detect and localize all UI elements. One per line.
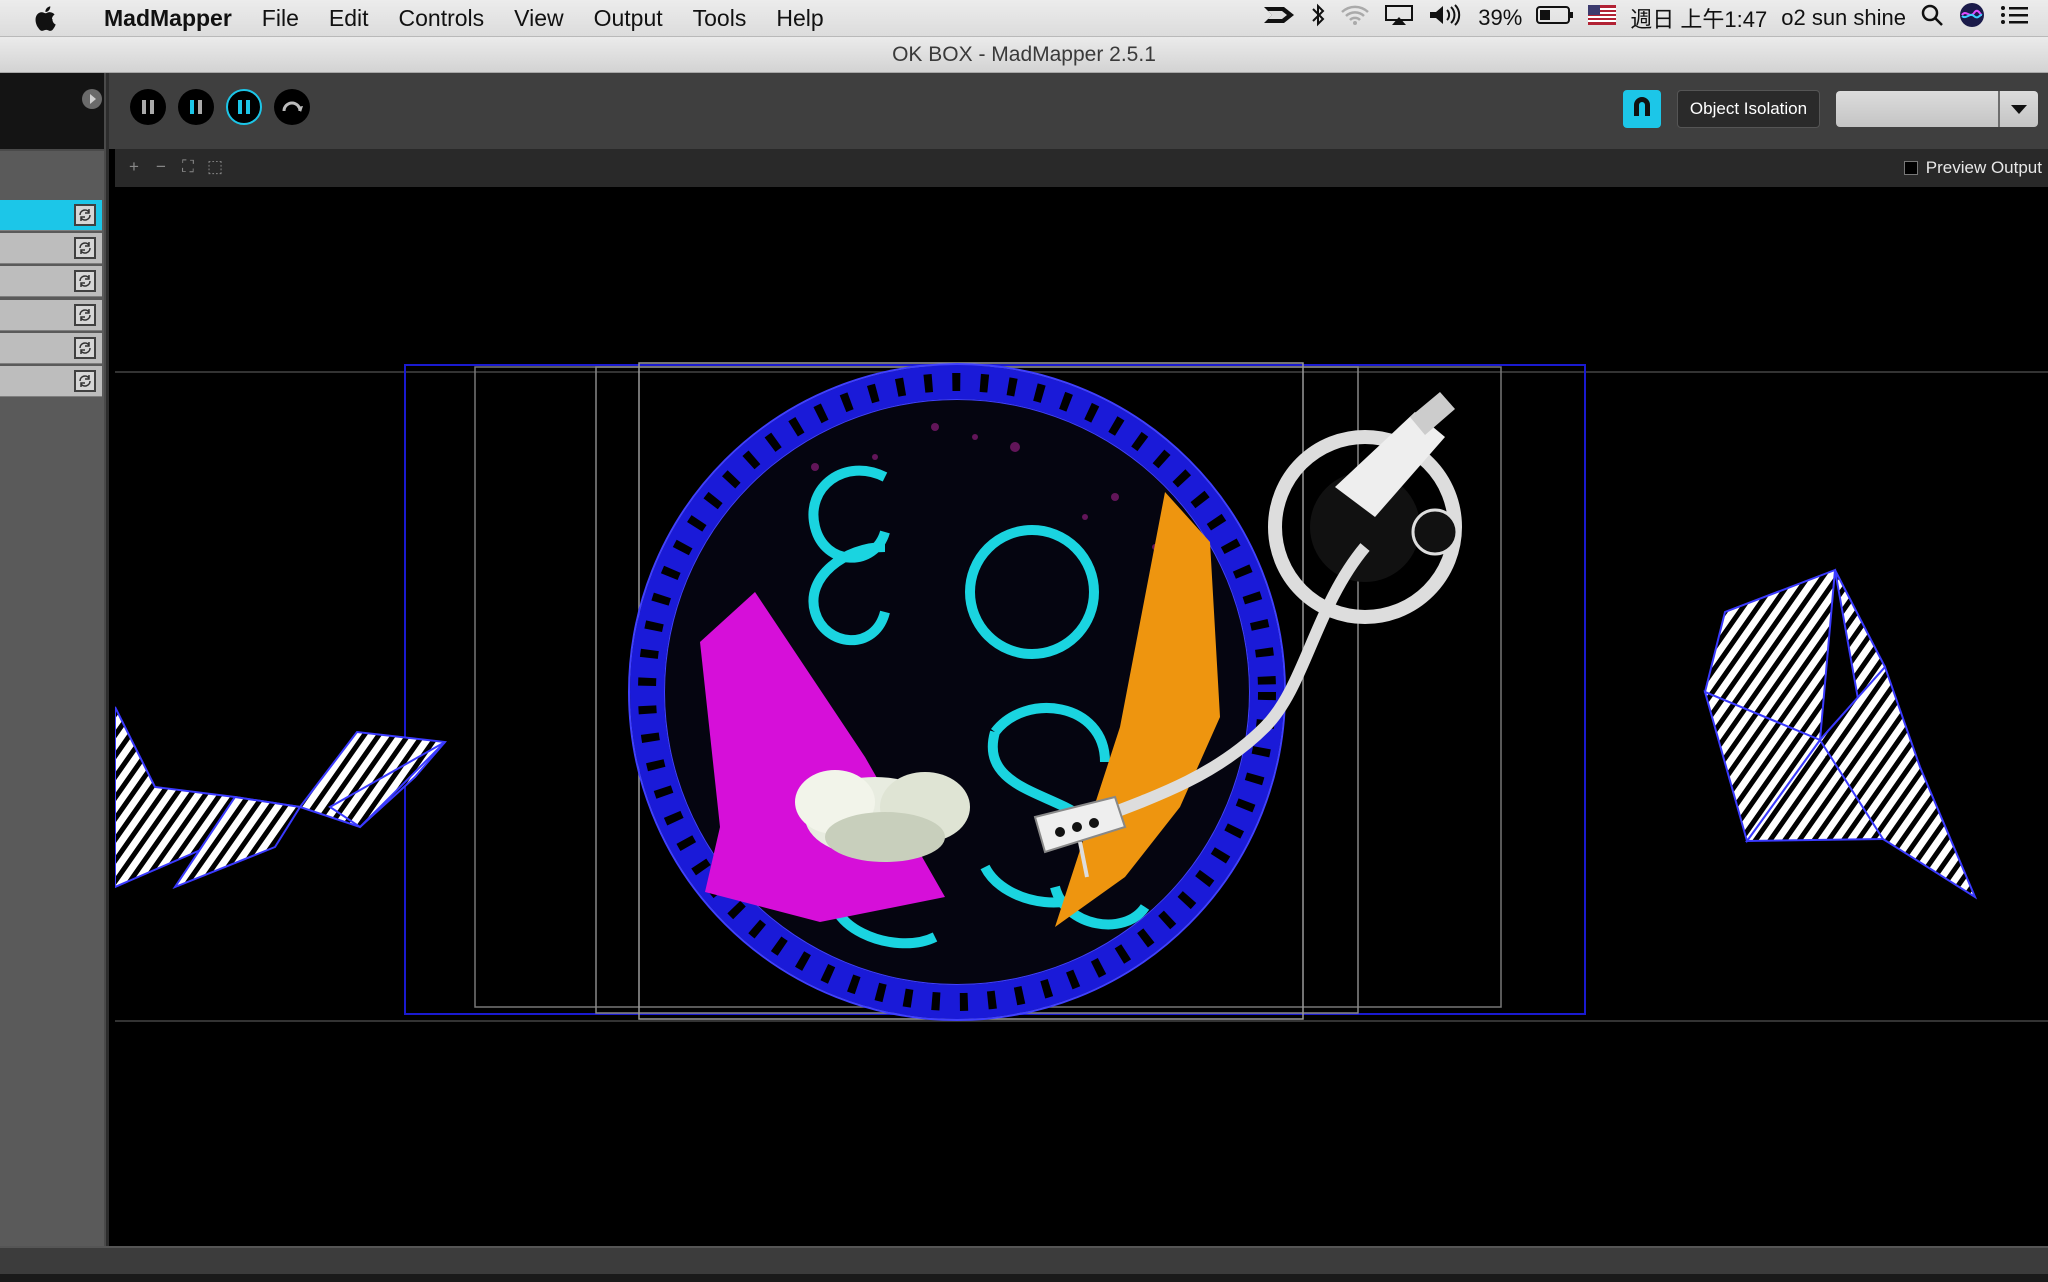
- status-icon[interactable]: [1262, 4, 1296, 32]
- menu-tools[interactable]: Tools: [678, 0, 762, 36]
- cycle-icon[interactable]: [74, 270, 96, 292]
- surface-row[interactable]: [0, 333, 102, 364]
- window-title: OK BOX - MadMapper 2.5.1: [892, 42, 1156, 66]
- menu-help[interactable]: Help: [761, 0, 838, 36]
- bluetooth-icon[interactable]: [1310, 3, 1326, 33]
- apple-icon[interactable]: [30, 4, 64, 32]
- zoom-controls: + − ⛶ ⬚: [125, 157, 224, 177]
- left-origami-shape: [114, 706, 447, 890]
- magnet-icon: [1629, 94, 1655, 125]
- menu-output[interactable]: Output: [579, 0, 678, 36]
- chevron-down-icon[interactable]: [2000, 91, 2038, 127]
- siri-icon[interactable]: [1958, 1, 1986, 35]
- cycle-icon[interactable]: [74, 237, 96, 259]
- cycle-icon[interactable]: [74, 304, 96, 326]
- canvas-artwork: [114, 362, 2048, 1022]
- battery-icon[interactable]: [1536, 5, 1574, 31]
- cycle-icon[interactable]: [74, 204, 96, 226]
- mapping-canvas[interactable]: [114, 187, 2048, 1246]
- output-dropdown[interactable]: [1836, 91, 2038, 127]
- surface-row[interactable]: [0, 366, 102, 397]
- bottom-status-bar: [0, 1246, 2048, 1282]
- menu-app-name[interactable]: MadMapper: [84, 0, 247, 36]
- spotlight-icon[interactable]: [1920, 3, 1944, 33]
- rotate-icon[interactable]: [274, 89, 310, 125]
- surface-row[interactable]: [0, 233, 102, 264]
- cycle-icon[interactable]: [74, 337, 96, 359]
- surface-row[interactable]: [0, 266, 102, 297]
- menu-file[interactable]: File: [247, 0, 314, 36]
- zoom-in-icon[interactable]: +: [125, 157, 143, 177]
- menu-controls[interactable]: Controls: [384, 0, 500, 36]
- pause-ring-icon[interactable]: [226, 89, 262, 125]
- panel-expand-button[interactable]: [82, 89, 102, 109]
- fullscreen-icon[interactable]: ⬚: [206, 157, 224, 177]
- cycle-icon[interactable]: [74, 370, 96, 392]
- window-title-bar: OK BOX - MadMapper 2.5.1: [0, 37, 2048, 73]
- battery-percent: 39%: [1478, 5, 1523, 30]
- pause-icon[interactable]: [130, 89, 166, 125]
- preview-output-label: Preview Output: [1925, 158, 2042, 177]
- left-panel-header: [0, 73, 104, 149]
- us-flag-icon[interactable]: [1588, 5, 1617, 31]
- menu-view[interactable]: View: [499, 0, 578, 36]
- magnet-snap-button[interactable]: [1623, 90, 1661, 128]
- viewport-header: + − ⛶ ⬚ Preview Output: [115, 149, 2048, 187]
- user-name[interactable]: o2 sun shine: [1781, 5, 1906, 31]
- zoom-out-icon[interactable]: −: [152, 157, 170, 177]
- object-isolation-button[interactable]: Object Isolation: [1677, 90, 1820, 128]
- notification-center-icon[interactable]: [2000, 4, 2030, 32]
- pause-cyan-icon[interactable]: [178, 89, 214, 125]
- menu-edit[interactable]: Edit: [314, 0, 384, 36]
- airplay-icon[interactable]: [1384, 4, 1414, 32]
- right-origami-shape: [1703, 568, 1978, 900]
- clock[interactable]: 週日 上午1:47: [1630, 2, 1767, 34]
- transport-controls: [130, 89, 310, 125]
- preview-output-checkbox[interactable]: [1903, 161, 1918, 175]
- wifi-icon[interactable]: [1340, 4, 1370, 32]
- surface-row[interactable]: [0, 300, 102, 331]
- fit-icon[interactable]: ⛶: [179, 157, 197, 177]
- preview-output-toggle[interactable]: Preview Output: [1903, 158, 2042, 178]
- dock-strip: [0, 1274, 2048, 1282]
- volume-icon[interactable]: [1428, 4, 1464, 32]
- surface-row[interactable]: [0, 200, 102, 231]
- menu-bar: MadMapper File Edit Controls View Output…: [0, 0, 2048, 37]
